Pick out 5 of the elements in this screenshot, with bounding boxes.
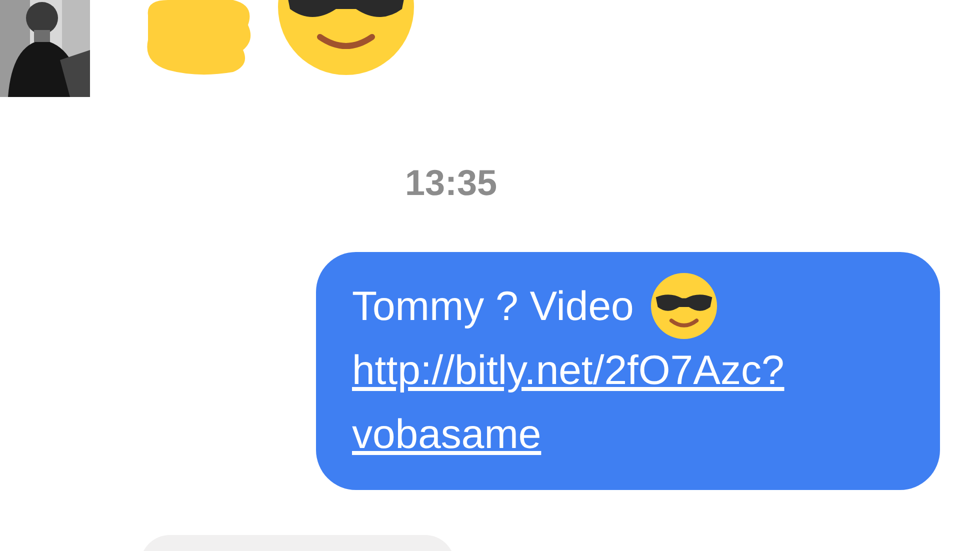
sunglasses-emoji-icon	[650, 272, 718, 340]
message-link[interactable]: http://bitly.net/2fO7Azc?vobasame	[352, 338, 897, 466]
timestamp: 13:35	[404, 161, 498, 205]
message-text: Tommy ? Video	[352, 282, 634, 330]
sunglasses-emoji-icon	[276, 0, 416, 76]
